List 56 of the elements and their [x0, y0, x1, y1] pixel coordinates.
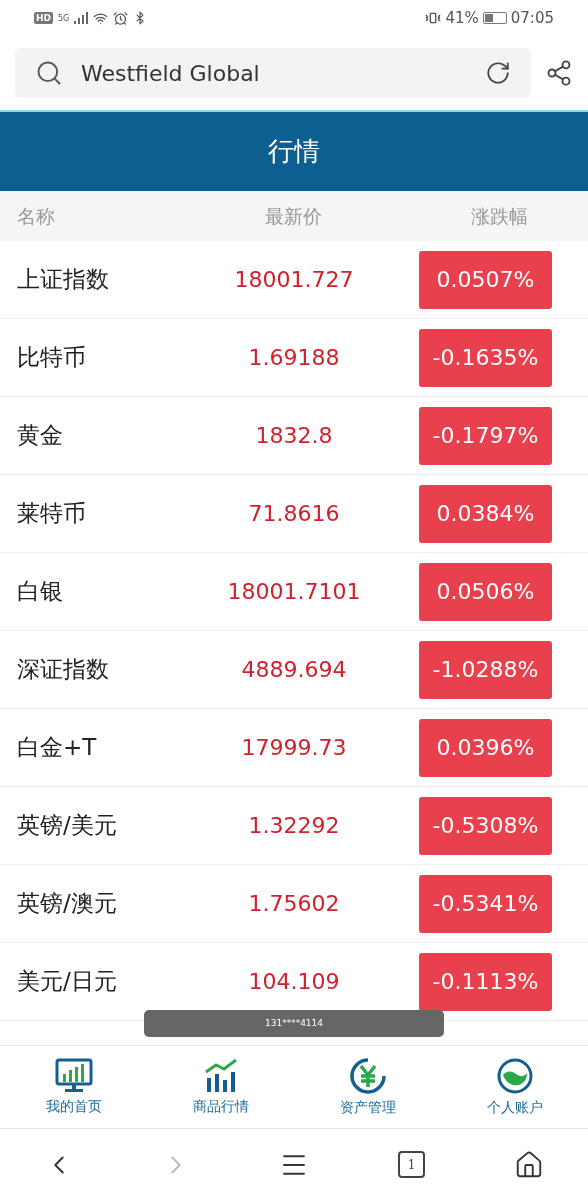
latest-price: 17999.73 — [240, 734, 348, 762]
search-icon — [35, 59, 63, 87]
bar-chart-trend-icon — [203, 1057, 238, 1094]
instrument-name: 白银 — [16, 577, 64, 607]
latest-price: 71.8616 — [247, 500, 341, 528]
hd-badge: HD — [34, 12, 53, 24]
latest-price: 18001.7101 — [226, 578, 362, 606]
change-badge: -0.1635% — [419, 328, 552, 387]
battery-percent: 41% — [445, 7, 479, 29]
toast-text: 131****4114 — [264, 1016, 324, 1030]
change-badge: 0.0384% — [419, 484, 552, 543]
latest-price: 4889.694 — [240, 656, 348, 684]
clock: 07:05 — [510, 7, 554, 29]
instrument-name: 黄金 — [16, 421, 64, 451]
change-badge: -0.5308% — [419, 796, 552, 855]
column-header: 名称 — [16, 203, 56, 229]
nav-item[interactable]: 个人账户 — [441, 1046, 588, 1128]
latest-price: 104.109 — [247, 968, 341, 996]
instrument-name: 美元/日元 — [16, 967, 118, 997]
vibrate-icon — [425, 10, 442, 26]
change-badge: 0.0506% — [419, 562, 552, 621]
instrument-name: 深证指数 — [16, 655, 110, 685]
battery-icon — [482, 12, 507, 24]
latest-price: 1.69188 — [247, 344, 341, 372]
signal-icon — [74, 12, 89, 24]
latest-price: 18001.727 — [233, 266, 355, 294]
instrument-name: 莱特币 — [16, 499, 87, 529]
wifi-icon — [93, 10, 109, 26]
instrument-name: 英镑/澳元 — [16, 889, 118, 919]
change-badge: 0.0396% — [419, 718, 552, 777]
change-badge: -0.1797% — [419, 406, 552, 465]
nav-item[interactable]: 我的首页 — [0, 1046, 147, 1128]
instrument-name: 比特币 — [16, 343, 87, 373]
search-field[interactable]: Westfield Global — [15, 48, 531, 98]
latest-price: 1.32292 — [247, 812, 341, 840]
latest-price: 1832.8 — [254, 422, 334, 450]
monitor-chart-icon — [54, 1057, 93, 1094]
share-icon[interactable] — [545, 59, 573, 87]
instrument-name: 白金+T — [16, 733, 98, 763]
alarm-icon — [113, 10, 129, 26]
change-badge: -1.0288% — [419, 640, 552, 699]
yen-coin-icon — [348, 1056, 387, 1095]
page-title: 行情 — [268, 135, 320, 168]
change-badge: -0.1113% — [419, 952, 552, 1011]
network-type: 5G — [58, 13, 70, 23]
nav-item[interactable]: 商品行情 — [147, 1046, 294, 1128]
column-header: 最新价 — [264, 203, 324, 229]
tabs-button[interactable]: 1 — [398, 1151, 426, 1178]
nav-item[interactable]: 资产管理 — [294, 1046, 441, 1128]
instrument-name: 上证指数 — [16, 265, 110, 295]
instrument-name: 英镑/美元 — [16, 811, 118, 841]
latest-price: 1.75602 — [247, 890, 341, 918]
column-header: 涨跌幅 — [470, 203, 530, 229]
change-badge: 0.0507% — [419, 250, 552, 309]
refresh-icon[interactable] — [485, 60, 511, 86]
change-badge: -0.5341% — [419, 874, 552, 933]
